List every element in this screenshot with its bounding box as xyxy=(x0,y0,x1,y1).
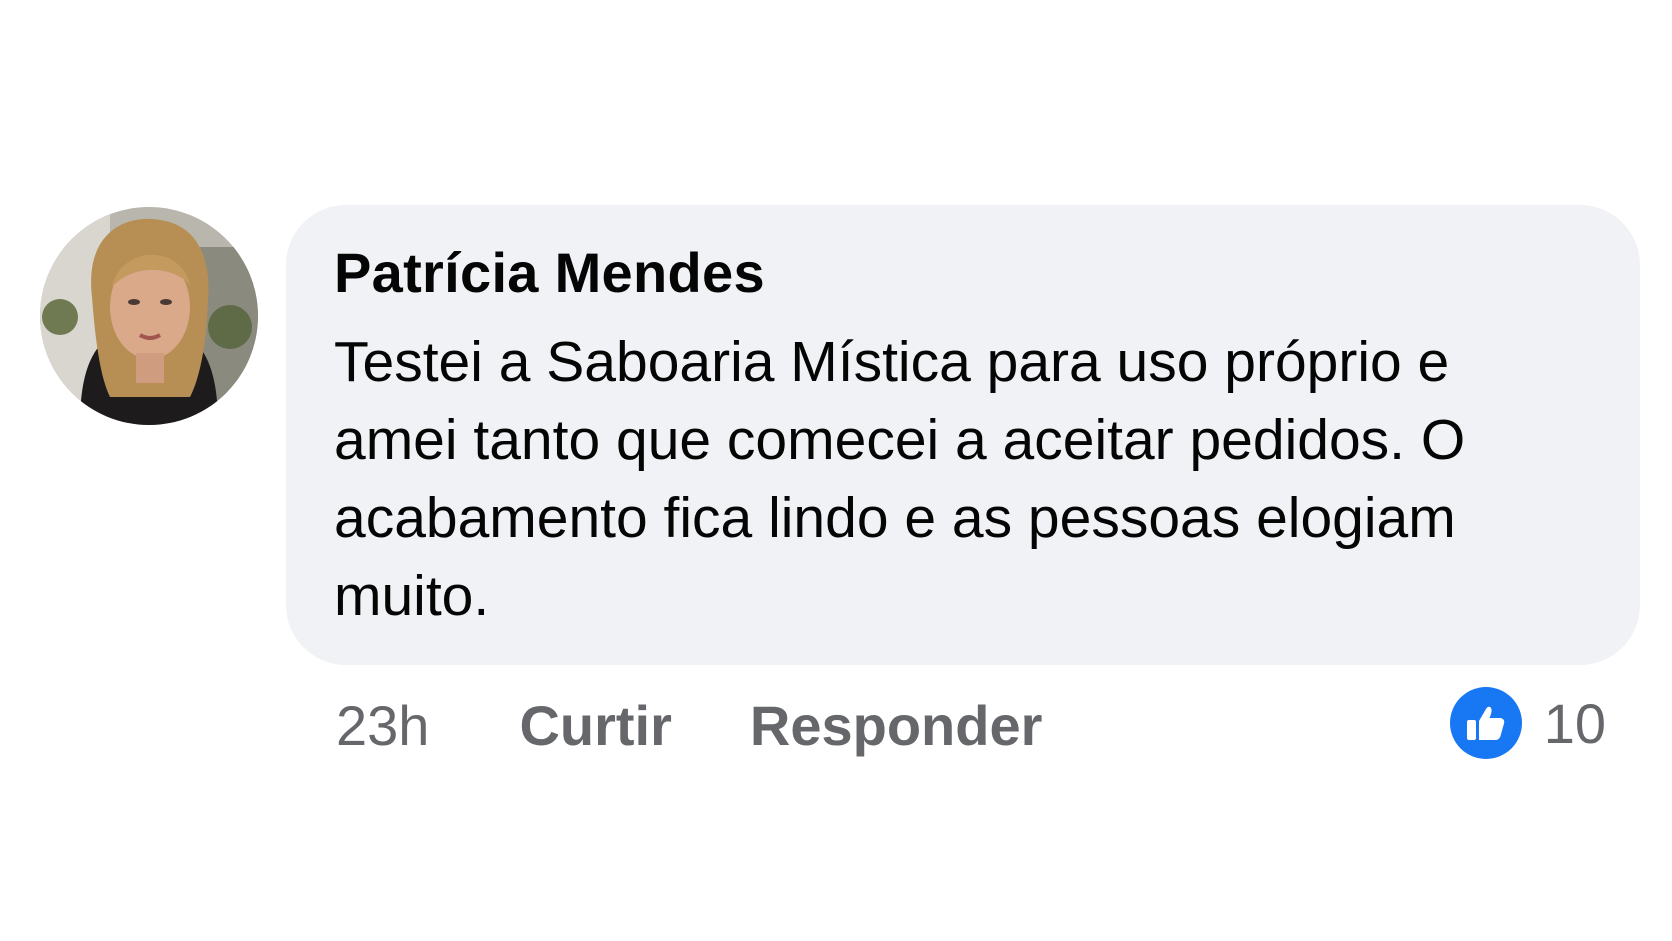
comment-bubble: Patrícia Mendes Testei a Saboaria Místic… xyxy=(286,205,1640,665)
comment-text: Testei a Saboaria Mística para uso própr… xyxy=(334,330,1466,628)
avatar[interactable] xyxy=(40,207,258,425)
page: Patrícia Mendes Testei a Saboaria Místic… xyxy=(0,0,1672,941)
reaction-summary[interactable]: 10 xyxy=(1449,683,1606,763)
author-name[interactable]: Patrícia Mendes xyxy=(334,241,1594,305)
reaction-count: 10 xyxy=(1543,691,1606,755)
profile-photo-icon xyxy=(40,207,258,425)
reply-button[interactable]: Responder xyxy=(750,693,1043,758)
timestamp[interactable]: 23h xyxy=(336,693,429,758)
like-button[interactable]: Curtir xyxy=(519,693,671,758)
comment-actions: 23h Curtir Responder xyxy=(336,685,1120,765)
thumbs-up-icon xyxy=(1449,687,1522,759)
